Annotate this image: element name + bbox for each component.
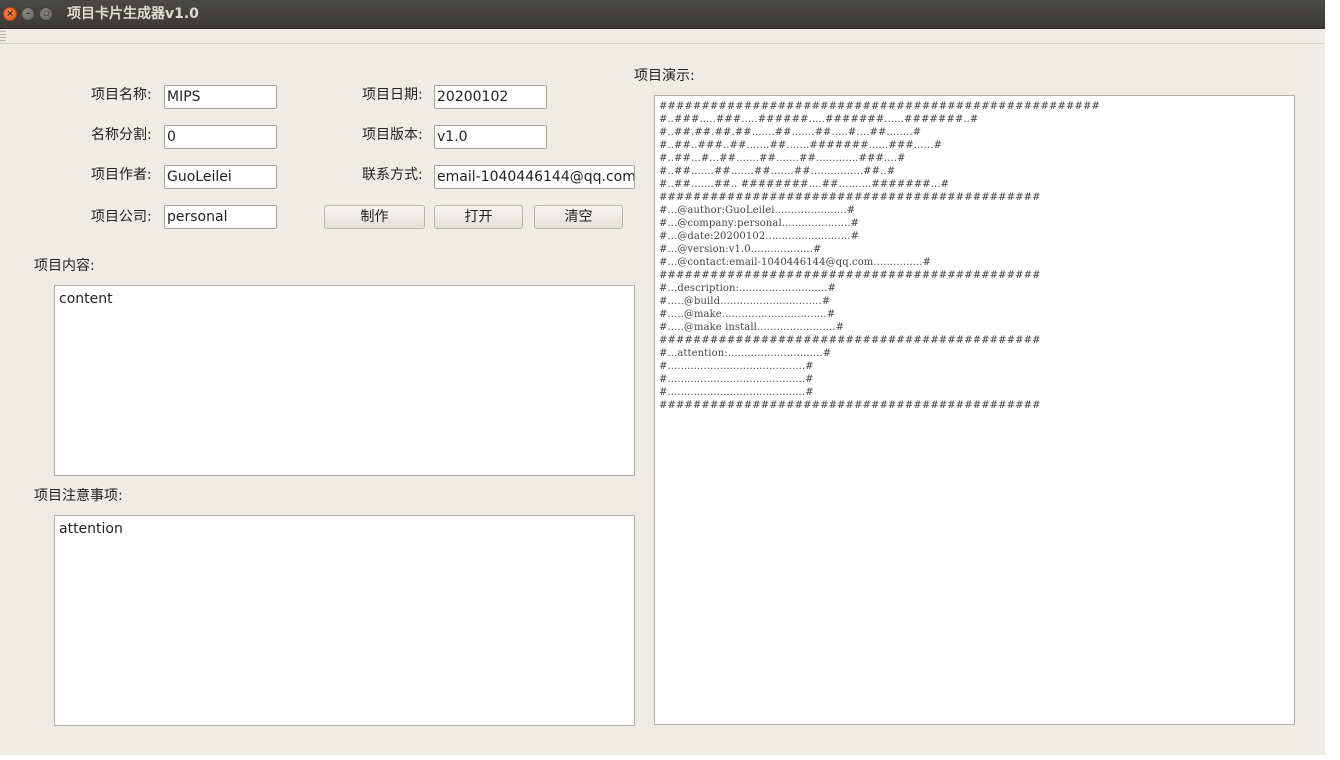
project-date-input[interactable]: 20200102	[434, 85, 547, 109]
project-name-input[interactable]: MIPS	[164, 85, 277, 109]
menu-bar	[0, 29, 1325, 44]
close-icon: ×	[6, 9, 14, 19]
project-preview-label: 项目演示:	[634, 68, 695, 84]
project-version-label: 项目版本:	[362, 127, 423, 143]
project-content-textarea[interactable]: content	[54, 285, 635, 476]
contact-input[interactable]: email-1040446144@qq.com	[434, 165, 635, 189]
project-company-input[interactable]: personal	[164, 205, 277, 229]
minimize-window-button[interactable]: –	[21, 7, 35, 21]
project-author-input[interactable]: GuoLeilei	[164, 165, 277, 189]
project-preview-textarea[interactable]: ########################################…	[654, 95, 1295, 725]
project-author-label: 项目作者:	[91, 167, 152, 183]
minimize-icon: –	[25, 9, 31, 19]
open-button[interactable]: 打开	[434, 205, 523, 229]
project-company-label: 项目公司:	[91, 209, 152, 225]
toolbar-grip[interactable]	[0, 31, 6, 41]
project-attention-label: 项目注意事项:	[34, 488, 123, 504]
close-window-button[interactable]: ×	[3, 7, 17, 21]
project-version-input[interactable]: v1.0	[434, 125, 547, 149]
project-content-label: 项目内容:	[34, 258, 95, 274]
project-attention-textarea[interactable]: attention	[54, 515, 635, 726]
app-window: × – ▫ 项目卡片生成器v1.0 项目名称: MIPS 项目日期: 20200…	[0, 0, 1325, 755]
make-button[interactable]: 制作	[324, 205, 425, 229]
contact-label: 联系方式:	[362, 167, 423, 183]
project-date-label: 项目日期:	[362, 87, 423, 103]
maximize-icon: ▫	[42, 9, 50, 19]
title-bar: × – ▫ 项目卡片生成器v1.0	[0, 0, 1325, 29]
name-split-label: 名称分割:	[91, 127, 152, 143]
window-title: 项目卡片生成器v1.0	[67, 6, 199, 22]
name-split-input[interactable]: 0	[164, 125, 277, 149]
maximize-window-button[interactable]: ▫	[39, 7, 53, 21]
project-name-label: 项目名称:	[91, 87, 152, 103]
clear-button[interactable]: 清空	[534, 205, 623, 229]
